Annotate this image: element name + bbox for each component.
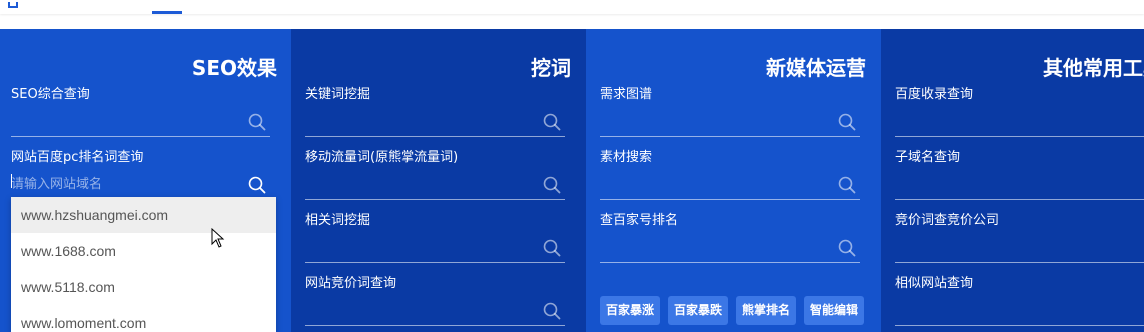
demand-graph-input[interactable] xyxy=(600,104,860,137)
field-label: 竞价词查竞价公司 xyxy=(895,213,1000,228)
top-nav-bar xyxy=(0,0,1144,14)
column-new-media: 新媒体运营 需求图谱 素材搜索 查百家号排名 百家暴涨 百家暴跌 熊掌排名 智能… xyxy=(586,29,881,332)
autocomplete-option[interactable]: www.lomoment.com xyxy=(11,305,276,332)
domain-input-placeholder: 请输入网站域名 xyxy=(11,177,103,192)
search-icon[interactable] xyxy=(543,176,561,194)
search-icon[interactable] xyxy=(838,239,856,257)
baijiahao-rank-field[interactable]: 查百家号排名 xyxy=(600,212,860,263)
keyword-mining-field[interactable]: 关键词挖掘 xyxy=(305,86,565,137)
related-words-field[interactable]: 相关词挖掘 xyxy=(305,212,565,263)
material-search-field[interactable]: 素材搜索 xyxy=(600,149,860,200)
baidu-index-field[interactable]: 百度收录查询 xyxy=(895,86,1144,137)
column-title: 新媒体运营 xyxy=(766,56,866,80)
subdomain-input[interactable] xyxy=(895,167,1144,200)
tag-baijia-surge[interactable]: 百家暴涨 xyxy=(600,296,661,325)
keyword-mining-input[interactable] xyxy=(305,104,565,137)
mobile-traffic-input[interactable] xyxy=(305,167,565,200)
column-other-tools: 其他常用工具 百度收录查询 子域名查询 竞价词查竞价公司 相似网站查询 xyxy=(881,29,1144,332)
tag-xiongzhang-rank[interactable]: 熊掌排名 xyxy=(736,296,797,325)
field-label: 网站竞价词查询 xyxy=(305,276,397,291)
field-label: 移动流量词(原熊掌流量词) xyxy=(305,150,459,165)
search-icon[interactable] xyxy=(543,302,561,320)
bid-words-input[interactable] xyxy=(305,293,565,326)
column-title: 其他常用工具 xyxy=(1043,56,1144,80)
pc-rank-query-field[interactable]: 网站百度pc排名词查询 请输入网站域名 xyxy=(11,149,270,200)
baidu-index-input[interactable] xyxy=(895,104,1144,137)
field-label: 相关词挖掘 xyxy=(305,213,371,228)
autocomplete-option[interactable]: www.hzshuangmei.com xyxy=(11,197,276,233)
similar-site-input[interactable] xyxy=(895,293,1144,326)
field-label: 需求图谱 xyxy=(600,87,653,102)
related-words-input[interactable] xyxy=(305,230,565,263)
column-title: SEO效果 xyxy=(191,56,277,80)
search-icon[interactable] xyxy=(543,239,561,257)
field-label: SEO综合查询 xyxy=(11,87,90,102)
mobile-traffic-field[interactable]: 移动流量词(原熊掌流量词) xyxy=(305,149,565,200)
field-label: 相似网站查询 xyxy=(895,276,974,291)
field-label: 百度收录查询 xyxy=(895,87,974,102)
tool-panels: SEO效果 SEO综合查询 网站百度pc排名词查询 请输入网站域名 挖词 关键词… xyxy=(0,29,1144,332)
search-icon[interactable] xyxy=(838,113,856,131)
seo-query-input[interactable] xyxy=(11,104,270,137)
demand-graph-field[interactable]: 需求图谱 xyxy=(600,86,860,137)
autocomplete-option[interactable]: www.1688.com xyxy=(11,233,276,269)
active-tab-indicator xyxy=(152,11,182,14)
field-label: 查百家号排名 xyxy=(600,213,679,228)
search-icon[interactable] xyxy=(248,176,266,194)
material-search-input[interactable] xyxy=(600,167,860,200)
column-title: 挖词 xyxy=(531,56,571,80)
field-label: 素材搜索 xyxy=(600,150,653,165)
bid-words-field[interactable]: 网站竞价词查询 xyxy=(305,275,565,326)
bid-company-field[interactable]: 竞价词查竞价公司 xyxy=(895,212,1144,263)
domain-autocomplete-dropdown: www.hzshuangmei.com www.1688.com www.511… xyxy=(11,197,276,332)
field-label: 子域名查询 xyxy=(895,150,961,165)
tag-smart-edit[interactable]: 智能编辑 xyxy=(804,296,865,325)
seo-query-field[interactable]: SEO综合查询 xyxy=(11,86,270,137)
search-icon[interactable] xyxy=(248,113,266,131)
domain-input[interactable]: 请输入网站域名 xyxy=(11,167,270,200)
nav-logo-fragment xyxy=(8,2,18,8)
subdomain-field[interactable]: 子域名查询 xyxy=(895,149,1144,200)
baijiahao-rank-input[interactable] xyxy=(600,230,860,263)
bid-company-input[interactable] xyxy=(895,230,1144,263)
column-keyword-mining: 挖词 关键词挖掘 移动流量词(原熊掌流量词) 相关词挖掘 网站竞价词查询 xyxy=(291,29,586,332)
quick-tags: 百家暴涨 百家暴跌 熊掌排名 智能编辑 xyxy=(600,296,865,325)
tag-baijia-plunge[interactable]: 百家暴跌 xyxy=(668,296,729,325)
autocomplete-option[interactable]: www.5118.com xyxy=(11,269,276,305)
search-icon[interactable] xyxy=(543,113,561,131)
similar-site-field[interactable]: 相似网站查询 xyxy=(895,275,1144,326)
mouse-cursor-icon xyxy=(211,228,225,248)
search-icon[interactable] xyxy=(838,176,856,194)
field-label: 网站百度pc排名词查询 xyxy=(11,150,144,165)
field-label: 关键词挖掘 xyxy=(305,87,371,102)
